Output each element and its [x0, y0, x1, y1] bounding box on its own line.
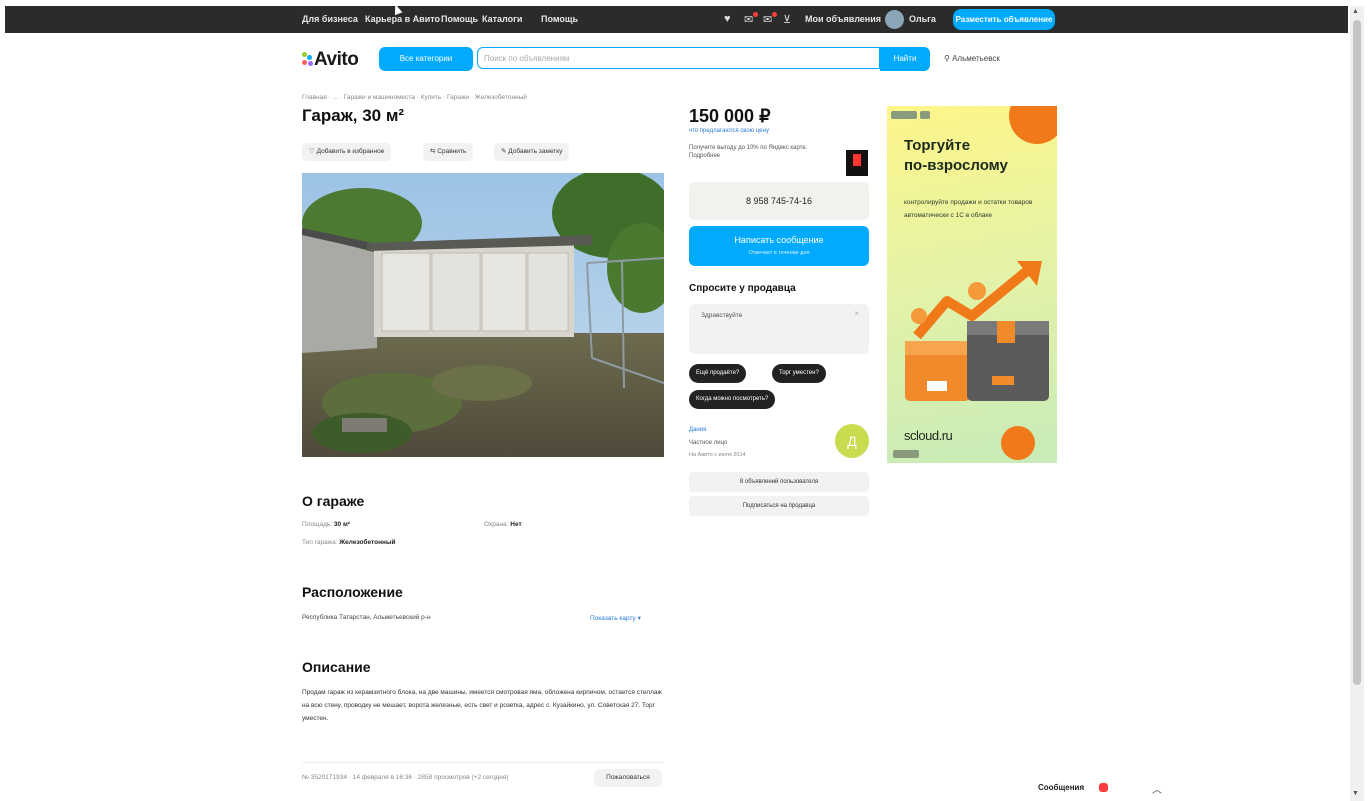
security-value: Нет [510, 521, 522, 528]
user-avatar[interactable] [885, 10, 904, 29]
messages-badge [1099, 783, 1108, 792]
clear-icon[interactable]: × [854, 309, 859, 318]
cart-icon[interactable]: ⊻ [783, 13, 791, 26]
ask-seller-input[interactable]: Здравствуйте × [689, 304, 869, 354]
seller-since: На Авито с июля 2014 [689, 452, 746, 458]
location-label: Альметьевск [952, 54, 1000, 63]
type-label: Тип гаража: [302, 539, 338, 546]
ad-title: Торгуйте по‑взрослому [904, 137, 1008, 174]
quick-question-viewing[interactable]: Когда можно посмотреть? [689, 390, 776, 409]
response-time-label: Отвечает в течение дня [748, 250, 810, 256]
add-note-button[interactable]: ✎ Добавить заметку [494, 143, 570, 161]
price: 150 000 ₽ [689, 106, 771, 126]
seller-avatar[interactable]: Д [835, 424, 869, 458]
user-name[interactable]: Ольга [909, 14, 936, 24]
topbar-link-business[interactable]: Для бизнеса [302, 14, 358, 24]
about-section-title: О гараже [302, 493, 365, 509]
topbar-link-catalogs[interactable]: Каталоги [482, 14, 522, 24]
divider [302, 762, 664, 763]
area-label: Площадь: [302, 521, 333, 528]
description-text: Продам гараж из керамзитного блока, на д… [302, 689, 662, 722]
breadcrumb[interactable]: Главная · ... · Гаражи и машиноместа · К… [302, 94, 527, 101]
all-categories-button[interactable]: Все категории [379, 47, 473, 71]
garage-type-param: Тип гаража: Железобетонный [302, 539, 396, 546]
growth-boxes-illustration [905, 261, 1049, 401]
ruble-coin-icon [1001, 426, 1035, 460]
ad-info-tag[interactable] [920, 111, 930, 119]
write-message-label: Написать сообщение [734, 235, 824, 245]
quick-question-bargain[interactable]: Торг уместен? [772, 364, 826, 383]
ad-footer-tag [893, 450, 919, 458]
note-label: Добавить заметку [508, 148, 563, 155]
search-input[interactable]: Поиск по объявлениям [477, 47, 880, 69]
heart-icon[interactable]: ♥ [724, 13, 731, 25]
chat-icon[interactable]: ✉ [763, 13, 772, 26]
scrollbar-thumb[interactable] [1353, 20, 1361, 685]
messages-widget[interactable]: Сообщения [1038, 783, 1084, 792]
subscribe-seller-button[interactable]: Подписаться на продавца [689, 496, 869, 516]
write-message-button[interactable]: Написать сообщение Отвечает в течение дн… [689, 226, 869, 266]
top-bar: Для бизнеса Карьера в Авито Помощь Катал… [5, 6, 1348, 33]
price-note-link[interactable]: что предлагаются свою цену [689, 128, 769, 134]
seller-name-link[interactable]: Дания [689, 427, 706, 433]
notification-dot [753, 12, 758, 17]
area-value: 30 м² [333, 521, 350, 528]
seller-other-ads-button[interactable]: 8 объявлений пользователя [689, 472, 869, 492]
scroll-up-arrow-icon[interactable]: ▲ [1352, 8, 1359, 15]
yandex-card-icon [846, 150, 868, 176]
ask-seller-title: Спросите у продавца [689, 283, 796, 294]
ad-body: контролируйте продажи и остатки товаров … [904, 199, 1033, 219]
address-text: Республика Татарстан, Альметьевский р-н [302, 614, 431, 621]
search-button[interactable]: Найти [880, 47, 930, 71]
listing-photo[interactable] [302, 173, 664, 457]
seller-type: Частное лицо [689, 440, 728, 446]
ad-brand: scloud.ru [904, 428, 953, 443]
ad-label-tag [891, 111, 917, 119]
avito-logo[interactable]: Avito [314, 49, 359, 71]
listing-meta: № 3520171934 · 14 февраля в 16:36 · 2858… [302, 774, 509, 781]
ask-seller-placeholder: Здравствуйте [701, 312, 743, 319]
security-param: Охрана: Нет [484, 521, 522, 528]
security-label: Охрана: [484, 521, 509, 528]
notification-dot-2 [772, 12, 777, 17]
favorite-label: Добавить в избранное [316, 148, 385, 155]
show-phone-button[interactable]: 8 958 745-74-16 [689, 182, 869, 220]
scroll-down-arrow-icon[interactable]: ▼ [1352, 790, 1359, 797]
page-title: Гараж, 30 м² [302, 106, 405, 125]
location-selector[interactable]: ⚲ Альметьевск [944, 54, 1000, 63]
my-ads-link[interactable]: Мои объявления [805, 14, 881, 24]
description-section-title: Описание [302, 659, 371, 675]
location-section-title: Расположение [302, 584, 403, 600]
yandex-promo-text[interactable]: Получите выгоду до 10% по Яндекс карте. … [689, 144, 839, 160]
quick-question-still-selling[interactable]: Ещё продаёте? [689, 364, 747, 383]
topbar-link-help-2[interactable]: Помощь [541, 14, 578, 24]
scroll-to-top-icon[interactable]: ︿ [1152, 781, 1162, 796]
compare-button[interactable]: ⇆ Сравнить [423, 143, 474, 161]
complain-button[interactable]: Пожаловаться [594, 769, 662, 787]
topbar-link-help[interactable]: Помощь [441, 14, 478, 24]
garage-photo-illustration [302, 173, 664, 457]
avito-logo-icon [302, 52, 313, 66]
show-map-link[interactable]: Показать карту ▾ [590, 614, 641, 622]
topbar-link-career[interactable]: Карьера в Авито [365, 14, 440, 24]
place-ad-button[interactable]: Разместить объявление [953, 9, 1055, 30]
add-to-favorites-button[interactable]: ♡ Добавить в избранное [302, 143, 392, 161]
ad-banner[interactable]: Торгуйте по‑взрослому контролируйте прод… [887, 106, 1057, 463]
type-value: Железобетонный [339, 539, 396, 546]
compare-label: Сравнить [437, 148, 467, 155]
bell-icon[interactable]: ✉ [744, 13, 753, 26]
area-param: Площадь: 30 м² [302, 521, 350, 528]
